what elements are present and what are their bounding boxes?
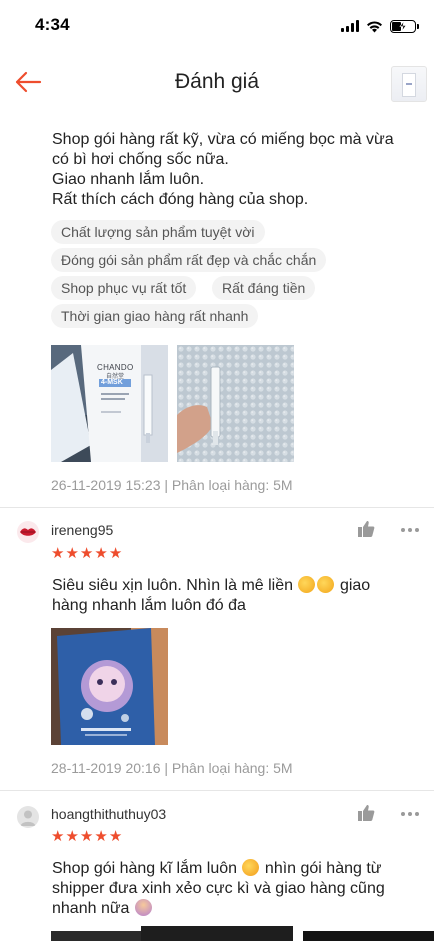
star-icon: ★: [94, 545, 108, 562]
thumbs-up-icon: [358, 805, 375, 821]
status-time: 4:34: [35, 15, 70, 34]
variation-label: Phân loại hàng:: [171, 760, 270, 776]
review-text-line: shipper đưa xinh xẻo cực kì và giao hàng…: [52, 880, 385, 897]
review-tag: Shop phục vụ rất tốt: [51, 276, 197, 300]
review-2-text: Siêu siêu xịn luôn. Nhìn là mê liền giao…: [52, 576, 370, 616]
review-text-part: Shop gói hàng kĩ lắm luôn: [52, 860, 238, 877]
variation-value: 5M: [273, 760, 293, 776]
reviewer-username: ireneng95: [51, 522, 114, 538]
review-photo[interactable]: CHANDO 自然堂 4-MSK: [51, 345, 168, 462]
star-icon: ★: [79, 828, 94, 845]
review-tag: Chất lượng sản phẩm tuyệt vời: [51, 220, 265, 244]
review-date: 26-11-2019 15:23: [51, 477, 161, 493]
review-3-text: Shop gói hàng kĩ lắm luôn nhìn gói hàng …: [52, 859, 385, 919]
avatar[interactable]: [17, 806, 39, 828]
like-button[interactable]: [356, 803, 380, 827]
review-1-text: Shop gói hàng rất kỹ, vừa có miếng bọc m…: [52, 130, 394, 210]
like-button[interactable]: [356, 519, 380, 543]
smiling-hearts-emoji-icon: [242, 859, 260, 876]
star-icon: ★: [108, 545, 123, 562]
header-bar: Đánh giá: [0, 52, 434, 114]
star-icon: ★: [79, 545, 94, 562]
rating-stars: ★ ★ ★ ★ ★: [51, 829, 122, 845]
star-icon: ★: [51, 545, 65, 562]
signal-icon: [341, 20, 359, 32]
review-text-part: giao: [339, 577, 371, 594]
variation-label: Phân loại hàng:: [171, 477, 270, 493]
divider: [0, 507, 434, 508]
review-photo[interactable]: [141, 926, 293, 941]
reviewer-username: hoangthithuthuy03: [51, 806, 167, 822]
lips-avatar-icon: [20, 528, 36, 536]
review-date: 28-11-2019 20:16: [51, 760, 161, 776]
variation-value: 5M: [273, 477, 293, 493]
review-photo[interactable]: [51, 931, 141, 941]
review-photo[interactable]: [177, 345, 294, 462]
photo-product-label: 4-MSK: [101, 379, 123, 386]
review-meta: 26-11-2019 15:23 | Phân loại hàng: 5M: [51, 477, 293, 493]
rofl-emoji-icon: [298, 576, 316, 593]
review-text-part: nhanh nữa: [52, 900, 130, 917]
battery-icon: [390, 19, 419, 33]
review-text-line: Giao nhanh lắm luôn.: [52, 171, 205, 188]
review-text-part: nhìn gói hàng từ: [264, 860, 382, 877]
status-bar: 4:34: [0, 0, 434, 52]
more-options-button[interactable]: [398, 518, 422, 542]
review-text-line: hàng nhanh lắm luôn đó đa: [52, 597, 246, 614]
more-options-button[interactable]: [398, 802, 422, 826]
page-title: Đánh giá: [174, 70, 260, 93]
review-text-line: Shop gói hàng rất kỹ, vừa có miếng bọc m…: [52, 131, 394, 148]
status-icons: [341, 18, 419, 34]
thumbs-up-icon: [358, 521, 375, 537]
face-mask-package-image: [51, 628, 168, 745]
review-photo[interactable]: [303, 931, 434, 941]
default-user-avatar-icon: [20, 810, 36, 826]
review-meta: 28-11-2019 20:16 | Phân loại hàng: 5M: [51, 760, 293, 776]
review-text-line: Rất thích cách đóng hàng của shop.: [52, 191, 309, 208]
rofl-emoji-icon: [317, 576, 335, 593]
star-icon: ★: [65, 828, 79, 845]
bubble-wrap-image: [177, 345, 294, 462]
review-text-line: có bì hơi chống sốc nữa.: [52, 151, 229, 168]
review-tag: Đóng gói sản phẩm rất đẹp và chắc chắn: [51, 248, 327, 272]
review-tag: Rất đáng tiền: [212, 276, 316, 300]
person-gesturing-emoji-icon: [134, 899, 152, 916]
divider: [0, 790, 434, 791]
avatar[interactable]: [17, 521, 39, 543]
review-tag: Thời gian giao hàng rất nhanh: [51, 304, 259, 328]
review-text-part: Siêu siêu xịn luôn. Nhìn là mê liền: [52, 577, 294, 594]
star-icon: ★: [51, 828, 65, 845]
star-icon: ★: [108, 828, 123, 845]
review-photo[interactable]: [51, 628, 168, 745]
product-thumbnail[interactable]: [391, 66, 427, 102]
star-icon: ★: [65, 545, 79, 562]
rating-stars: ★ ★ ★ ★ ★: [51, 546, 122, 562]
star-icon: ★: [94, 828, 108, 845]
wifi-icon: [367, 20, 382, 32]
